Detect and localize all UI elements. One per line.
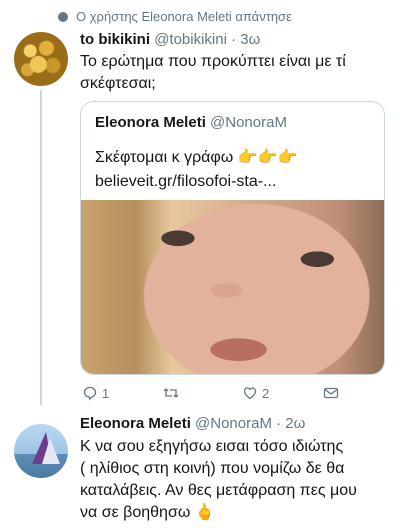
retweet-button[interactable] [162,385,184,401]
reply-count: 1 [102,385,110,401]
tweet-text-line: σκέφτεσαι; [80,75,156,92]
reply-context: Ο χρήστης Eleonora Meleti απάντησε [58,9,292,24]
reply-context-text: Ο χρήστης Eleonora Meleti απάντησε [76,9,292,24]
quoted-handle: @NonoraM [210,114,287,131]
tweet-header: Eleonora Meleti @NonoraM · 2ω [80,415,305,432]
hand-gesture-emoji: 🖕 [194,504,215,521]
reply-button[interactable]: 1 [82,385,109,401]
tweet-text: Το ερώτημα που προκύπτει είναι με τί σκέ… [80,51,346,95]
handle[interactable]: @NonoraM [195,415,272,432]
display-name[interactable]: Eleonora Meleti [80,415,191,432]
quoted-tweet-text: Σκέφτομαι κ γράφω 👉👉👉 believeit.gr/filos… [95,146,298,194]
tweet-text-line: Το ερώτημα που προκύπτει είναι με τί [80,53,346,70]
quoted-tweet-card[interactable]: Eleonora Meleti @NonoraM Σκέφτομαι κ γρά… [80,101,385,375]
quoted-display-name: Eleonora Meleti [95,114,206,131]
avatar[interactable] [14,424,68,478]
sail-graphic [42,438,60,464]
reply-context-icon [58,11,68,22]
quoted-link[interactable]: believeit.gr/filosofoi-sta-... [95,170,298,194]
timestamp[interactable]: · 2ω [276,415,305,432]
quoted-text: Σκέφτομαι κ γράφω [95,149,234,166]
tweet-text-line: καταλάβεις. Αν θες μετάφραση πες μου [80,482,357,499]
tweet-text-line: να σε βοηθησω [80,504,191,521]
like-count: 2 [262,385,270,401]
pointing-hands-emoji: 👉👉👉 [237,149,298,166]
envelope-icon [323,387,339,399]
tweet-text-line: ( ηλίθιος στη κοινή) που νομίζω δε θα [80,460,345,477]
tweet-text-line: Κ να σου εξηγήσω εισαι τόσο ιδιώτης [80,438,344,455]
tweet-text: Κ να σου εξηγήσω εισαι τόσο ιδιώτης ( ηλ… [80,436,357,524]
display-name[interactable]: to bikikini [80,31,150,48]
quoted-photo[interactable] [81,200,384,374]
retweet-icon [163,388,179,398]
heart-icon [243,387,257,400]
tweet-header: to bikikini @tobikikini · 3ω [80,31,260,48]
avatar[interactable] [14,32,68,86]
handle[interactable]: @tobikikini [154,31,227,48]
reply-icon [83,386,97,401]
timestamp[interactable]: · 3ω [231,31,260,48]
thread-line [40,90,42,405]
quoted-tweet-header: Eleonora Meleti @NonoraM [95,114,287,131]
like-button[interactable]: 2 [242,385,269,401]
tweet-actions: 1 2 [82,385,372,405]
direct-message-button[interactable] [322,385,340,401]
